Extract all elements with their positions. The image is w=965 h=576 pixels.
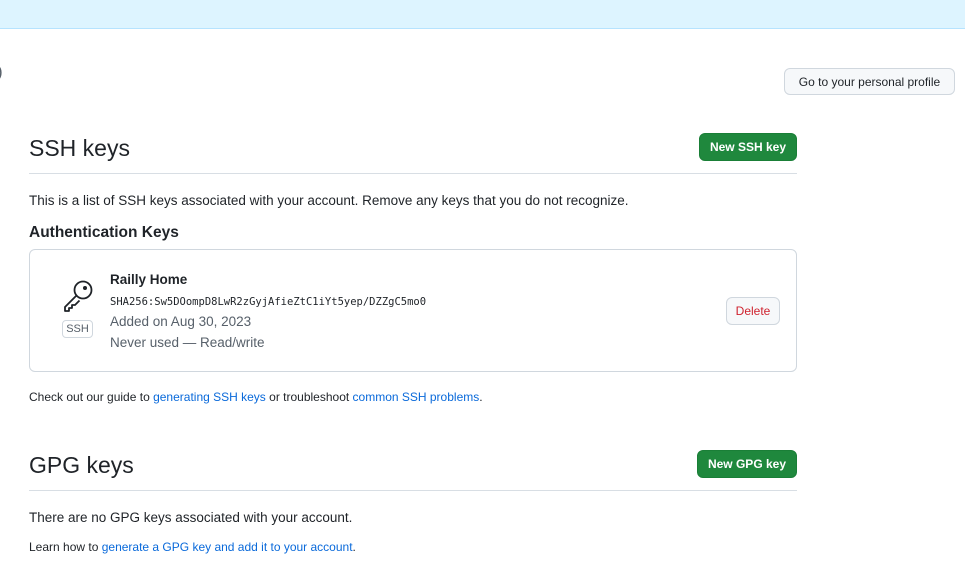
key-title: Railly Home (110, 272, 188, 287)
ssh-key-item: SSH Railly Home SHA256:Sw5DOompD8LwR2zGy… (29, 249, 797, 372)
ssh-guide-text: Check out our guide to generating SSH ke… (29, 390, 483, 404)
ssh-section-header: SSH keys (29, 133, 797, 174)
key-icon (64, 280, 93, 312)
learn-prefix: Learn how to (29, 540, 102, 554)
common-ssh-problems-link[interactable]: common SSH problems (353, 390, 480, 404)
key-fingerprint: SHA256:Sw5DOompD8LwR2zGyjAfieZtC1iYt5yep… (110, 296, 427, 308)
guide-middle: or troubleshoot (265, 390, 353, 404)
gpg-learn-text: Learn how to generate a GPG key and add … (29, 540, 356, 554)
gpg-section-header: GPG keys (29, 450, 797, 491)
learn-suffix: . (352, 540, 356, 554)
key-usage: Never used — Read/write (110, 335, 265, 350)
ssh-badge: SSH (62, 320, 93, 338)
gpg-keys-title: GPG keys (29, 452, 134, 478)
new-gpg-key-button[interactable]: New GPG key (697, 450, 797, 478)
guide-suffix: . (479, 390, 483, 404)
key-added-date: Added on Aug 30, 2023 (110, 314, 252, 329)
clipped-edge-glyph: ) (0, 62, 3, 82)
generating-ssh-keys-link[interactable]: generating SSH keys (153, 390, 266, 404)
go-to-personal-profile-button[interactable]: Go to your personal profile (784, 68, 955, 95)
generate-gpg-key-link[interactable]: generate a GPG key and add it to your ac… (102, 540, 353, 554)
ssh-keys-title: SSH keys (29, 135, 130, 161)
delete-key-button[interactable]: Delete (726, 297, 780, 325)
authentication-keys-heading: Authentication Keys (29, 224, 179, 241)
ssh-description: This is a list of SSH keys associated wi… (29, 193, 629, 208)
new-ssh-key-button[interactable]: New SSH key (699, 133, 797, 161)
gpg-empty-text: There are no GPG keys associated with yo… (29, 510, 353, 525)
guide-prefix: Check out our guide to (29, 390, 154, 404)
top-banner (0, 0, 965, 29)
